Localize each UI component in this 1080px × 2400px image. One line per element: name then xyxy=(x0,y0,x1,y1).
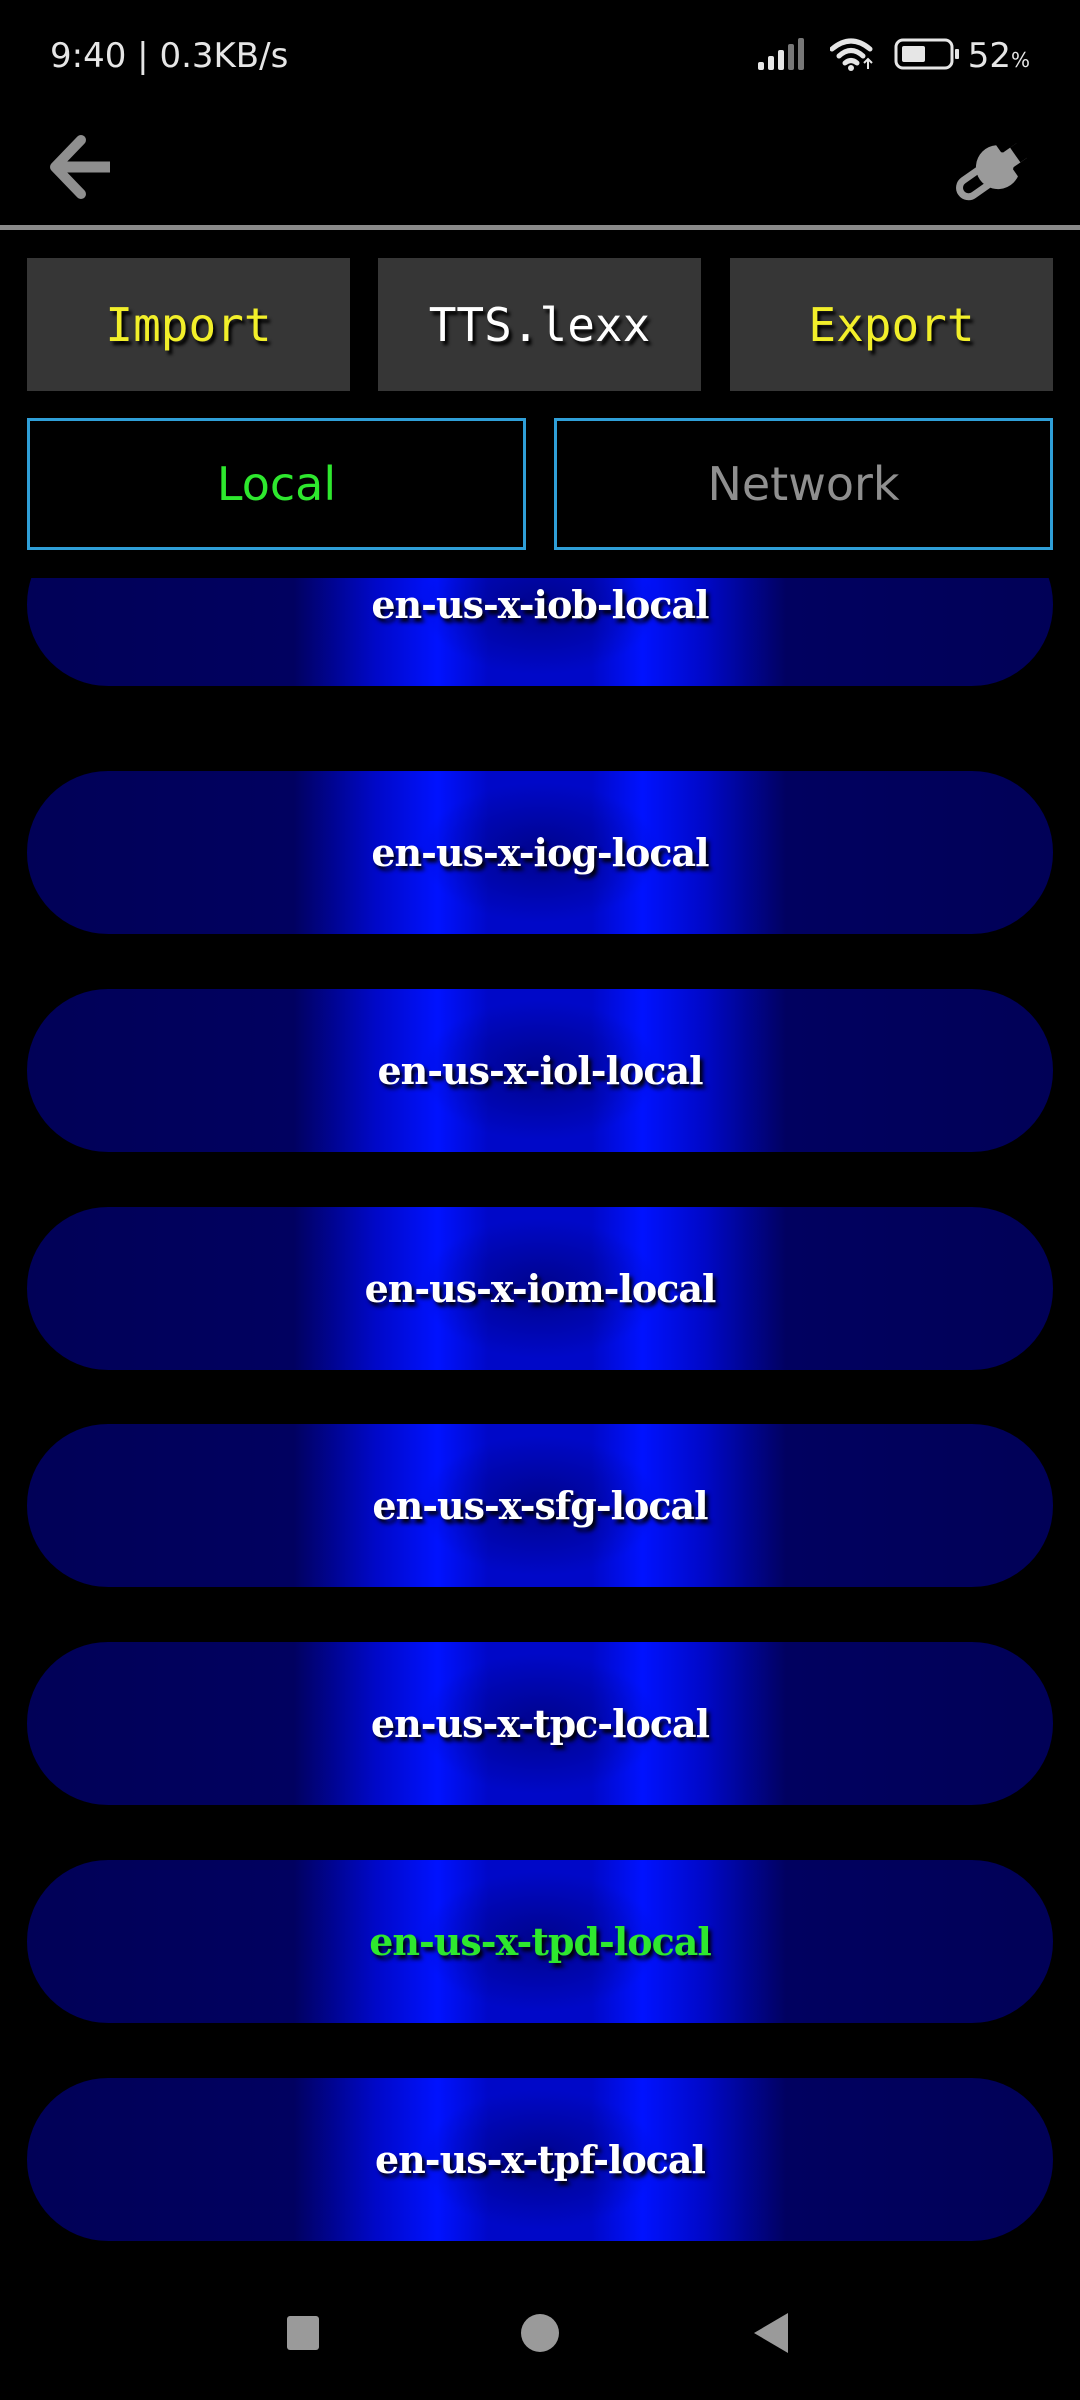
voice-item-selected[interactable]: en-us-x-tpd-local xyxy=(27,1860,1053,2023)
wifi-icon xyxy=(829,37,876,76)
cellular-signal-icon xyxy=(757,37,808,75)
tab-local[interactable]: Local xyxy=(27,418,526,550)
status-left: 9:40 | 0.3KB/s xyxy=(50,36,288,76)
wrench-icon xyxy=(945,128,1045,213)
voice-item[interactable]: en-us-x-sfg-local xyxy=(27,1424,1053,1587)
voice-item-label: en-us-x-tpd-local xyxy=(369,1919,712,1964)
import-button[interactable]: Import xyxy=(27,258,350,391)
lexicon-file-button[interactable]: TTS.lexx xyxy=(378,258,701,391)
voice-item-label: en-us-x-tpc-local xyxy=(370,1701,710,1746)
voice-item-label: en-us-x-tpf-local xyxy=(375,2137,706,2182)
voice-item[interactable]: en-us-x-tpf-local xyxy=(27,2078,1053,2241)
status-network-speed: 0.3KB/s xyxy=(159,36,289,76)
battery-percent-sign: % xyxy=(1010,48,1030,72)
tab-network[interactable]: Network xyxy=(554,418,1053,550)
recents-square-icon xyxy=(286,2315,322,2356)
home-button[interactable] xyxy=(490,2290,590,2380)
export-button[interactable]: Export xyxy=(730,258,1053,391)
back-triangle-icon xyxy=(752,2312,792,2359)
battery-icon xyxy=(894,38,960,75)
recents-button[interactable] xyxy=(254,2290,354,2380)
voice-item[interactable]: en-us-x-iog-local xyxy=(27,771,1053,934)
voice-item-label: en-us-x-sfg-local xyxy=(372,1483,708,1528)
back-button[interactable] xyxy=(30,124,130,214)
voice-item-label: en-us-x-iog-local xyxy=(371,830,709,875)
system-nav-bar xyxy=(0,2270,1080,2400)
voice-item[interactable]: en-us-x-tpc-local xyxy=(27,1642,1053,1805)
voice-item[interactable]: en-us-x-iol-local xyxy=(27,989,1053,1152)
battery-percent-value: 52 xyxy=(967,36,1011,76)
voice-list[interactable]: en-us-x-iob-local en-us-x-iog-local en-u… xyxy=(0,578,1080,2248)
voice-item-label: en-us-x-iol-local xyxy=(377,1048,703,1093)
voice-item-label: en-us-x-iom-local xyxy=(364,1266,717,1311)
status-separator: | xyxy=(126,36,160,76)
voice-item-label: en-us-x-iob-local xyxy=(371,582,709,627)
battery-percent: 52% xyxy=(968,36,1030,76)
home-circle-icon xyxy=(520,2313,560,2358)
toolbar xyxy=(0,110,1080,226)
voice-item[interactable]: en-us-x-iom-local xyxy=(27,1207,1053,1370)
voice-item[interactable]: en-us-x-iob-local xyxy=(27,578,1053,686)
action-row: Import TTS.lexx Export xyxy=(27,258,1053,391)
status-right: 52% xyxy=(757,36,1030,76)
status-time: 9:40 xyxy=(50,36,127,76)
toolbar-divider xyxy=(0,225,1080,230)
status-bar: 9:40 | 0.3KB/s 52% xyxy=(0,0,1080,110)
system-back-button[interactable] xyxy=(722,2290,822,2380)
arrow-left-icon xyxy=(45,132,115,207)
settings-button[interactable] xyxy=(940,120,1050,220)
